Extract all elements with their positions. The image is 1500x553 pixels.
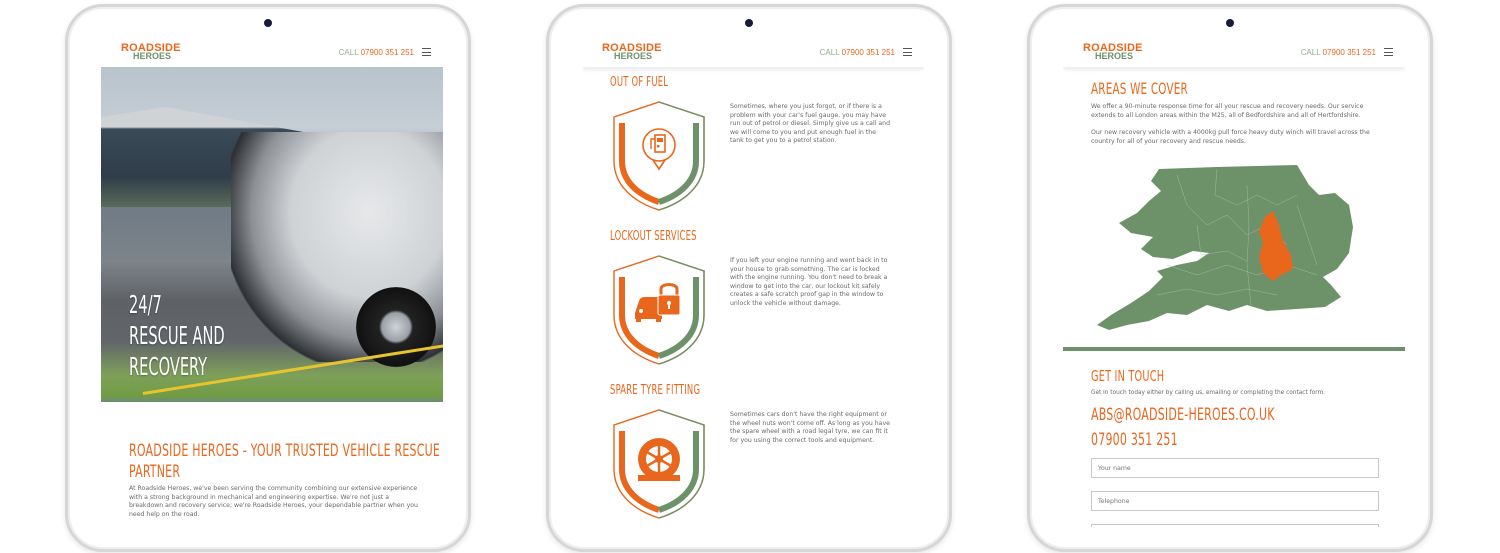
hero-line-1: 24/7 <box>129 290 162 319</box>
call-label: CALL <box>819 47 840 57</box>
site-header: ROADSIDE HEROES CALL 07900 351 251 <box>582 37 924 67</box>
telephone-field[interactable] <box>1091 491 1379 511</box>
hamburger-menu-icon[interactable] <box>903 48 912 56</box>
fuel-pump-icon <box>613 101 705 211</box>
hamburger-menu-icon[interactable] <box>422 48 431 56</box>
screen-services: ROADSIDE HEROES CALL 07900 351 251 OUT O… <box>582 37 924 527</box>
service-text-out-of-fuel: Sometimes, where you just forgot, or if … <box>730 103 890 145</box>
site-header: ROADSIDE HEROES CALL 07900 351 251 <box>101 37 443 67</box>
hero-headline: 24/7 RESCUE AND RECOVERY <box>129 289 225 382</box>
screen-home: ROADSIDE HEROES CALL 07900 351 251 24/7 … <box>101 37 443 527</box>
call-label: CALL <box>338 47 359 57</box>
service-title-spare-tyre: SPARE TYRE FITTING <box>610 383 701 398</box>
coverage-title: AREAS WE COVER <box>1091 79 1188 98</box>
call-link[interactable]: CALL 07900 351 251 <box>1301 48 1393 57</box>
camera-icon <box>1226 19 1234 27</box>
call-number[interactable]: 07900 351 251 <box>842 48 895 57</box>
coverage-text-2: Our new recovery vehicle with a 4000kg p… <box>1091 129 1370 145</box>
tablet-home: ROADSIDE HEROES CALL 07900 351 251 24/7 … <box>65 4 471 552</box>
car-lock-icon <box>613 255 705 365</box>
call-number[interactable]: 07900 351 251 <box>1323 48 1376 57</box>
coverage-text-1: We offer a 90-minute response time for a… <box>1091 103 1364 119</box>
email-field[interactable] <box>1091 524 1379 527</box>
hero-line-2: RESCUE AND <box>129 321 225 350</box>
logo[interactable]: ROADSIDE HEROES <box>602 43 662 61</box>
wheel-graphic <box>356 287 436 367</box>
contact-phone-link[interactable]: 07900 351 251 <box>1091 430 1178 450</box>
coverage-map <box>1097 165 1353 330</box>
intro-title-line-2: PARTNER <box>129 462 181 482</box>
hero-divider <box>101 398 443 402</box>
section-divider <box>1063 347 1405 351</box>
camera-icon <box>745 19 753 27</box>
logo[interactable]: ROADSIDE HEROES <box>1083 43 1143 61</box>
screen-coverage: ROADSIDE HEROES CALL 07900 351 251 AREAS… <box>1063 37 1405 527</box>
hamburger-menu-icon[interactable] <box>1384 48 1393 56</box>
hero-line-3: RECOVERY <box>129 352 208 381</box>
service-text-spare-tyre: Sometimes cars don't have the right equi… <box>730 411 890 444</box>
intro-title-line-1: ROADSIDE HEROES - YOUR TRUSTED VEHICLE R… <box>129 441 441 461</box>
call-link[interactable]: CALL 07900 351 251 <box>339 48 431 57</box>
name-field[interactable] <box>1091 458 1379 478</box>
contact-title: GET IN TOUCH <box>1091 367 1165 385</box>
call-number[interactable]: 07900 351 251 <box>361 48 414 57</box>
tablet-coverage: ROADSIDE HEROES CALL 07900 351 251 AREAS… <box>1027 4 1433 552</box>
map-england-wales <box>1097 165 1353 330</box>
service-text-lockout: If you left your engine running and went… <box>730 257 888 307</box>
intro-text: At Roadside Heroes, we've been serving t… <box>129 485 418 518</box>
tablet-services: ROADSIDE HEROES CALL 07900 351 251 OUT O… <box>546 4 952 552</box>
intro-title: ROADSIDE HEROES - YOUR TRUSTED VEHICLE R… <box>129 441 440 483</box>
service-title-lockout: LOCKOUT SERVICES <box>610 229 697 244</box>
call-link[interactable]: CALL 07900 351 251 <box>820 48 912 57</box>
camera-icon <box>264 19 272 27</box>
tyre-icon <box>613 409 705 519</box>
call-label: CALL <box>1300 47 1321 57</box>
logo[interactable]: ROADSIDE HEROES <box>121 43 181 61</box>
service-title-out-of-fuel: OUT OF FUEL <box>610 75 669 90</box>
site-header: ROADSIDE HEROES CALL 07900 351 251 <box>1063 37 1405 67</box>
contact-text: Get in touch today either by calling us,… <box>1091 390 1325 396</box>
contact-email-link[interactable]: ABS@ROADSIDE-HEROES.CO.UK <box>1091 405 1275 425</box>
